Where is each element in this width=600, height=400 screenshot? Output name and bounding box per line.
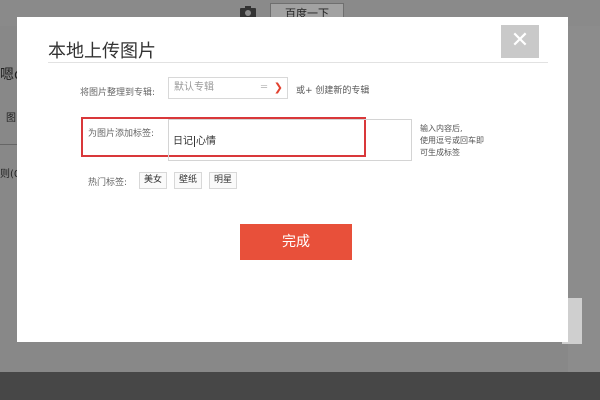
- list-icon: ═: [260, 82, 267, 93]
- hot-tags-label: 热门标签:: [88, 178, 128, 188]
- hot-tag-chip[interactable]: 明星: [209, 172, 238, 189]
- modal-title: 本地上传图片: [48, 41, 156, 62]
- album-selected-value: 默认专辑: [174, 82, 214, 93]
- close-button[interactable]: ✕: [501, 25, 539, 58]
- create-album-link[interactable]: 或+ 创建新的专辑: [296, 83, 369, 96]
- chevron-down-icon: ❯: [273, 81, 283, 94]
- hint-line: 输入内容后,: [420, 124, 463, 133]
- background-divider: [0, 144, 18, 145]
- title-divider: [48, 62, 548, 63]
- close-icon: ✕: [510, 28, 530, 53]
- hint-line: 使用逗号或回车即: [420, 136, 484, 145]
- tags-input[interactable]: 日记 心情: [168, 119, 412, 161]
- background-bottom-bar: [0, 372, 600, 400]
- tags-hint: 输入内容后, 使用逗号或回车即 可生成标签: [420, 123, 530, 159]
- background-text: 图: [6, 113, 16, 124]
- upload-modal: 本地上传图片 ✕ 将图片整理到专辑: 默认专辑 ═ ❯ 或+ 创建新的专辑 为图…: [17, 17, 568, 342]
- tags-label: 为图片添加标签:: [88, 129, 155, 139]
- hot-tag-chip[interactable]: 美女: [139, 172, 168, 189]
- text-caret: [194, 135, 195, 147]
- hot-tag-chip[interactable]: 壁纸: [174, 172, 203, 189]
- album-label: 将图片整理到专辑:: [80, 88, 156, 98]
- tags-input-value: 日记: [173, 136, 193, 147]
- album-select[interactable]: 默认专辑 ═ ❯: [168, 77, 288, 99]
- done-button[interactable]: 完成: [240, 224, 352, 260]
- tags-input-value-after: 心情: [196, 136, 216, 147]
- hint-line: 可生成标签: [420, 148, 460, 157]
